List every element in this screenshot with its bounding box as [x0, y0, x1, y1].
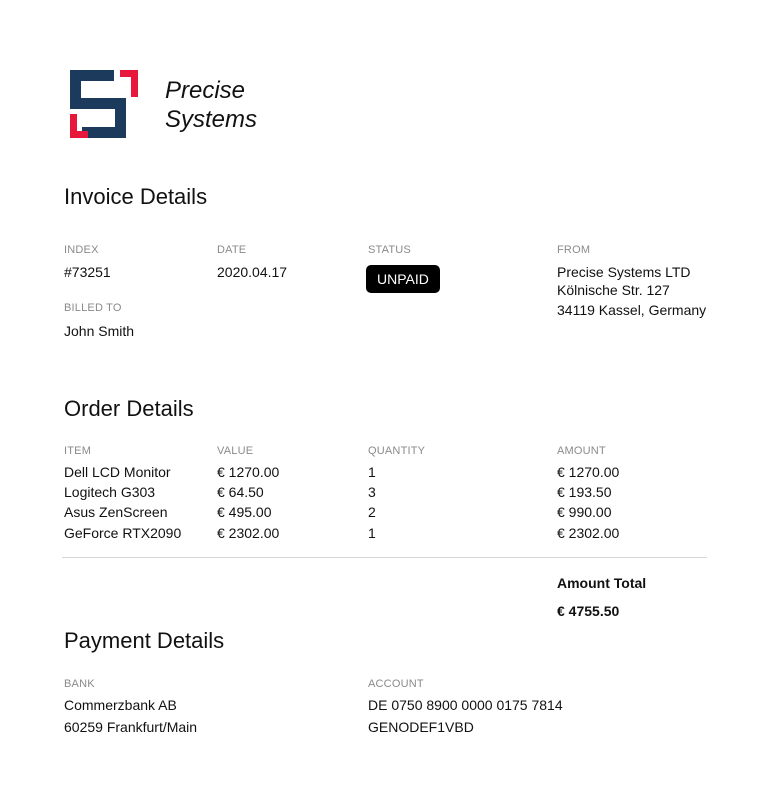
order-row-quantity: 3	[368, 484, 376, 500]
order-divider	[62, 557, 707, 558]
order-row-quantity: 1	[368, 464, 376, 480]
index-value: #73251	[64, 264, 111, 280]
order-row-amount: € 193.50	[557, 484, 612, 500]
brand-name-line2: Systems	[165, 106, 258, 133]
status-badge: UNPAID	[366, 265, 440, 293]
bank-line1: Commerzbank AB	[64, 697, 177, 713]
billed-to-label: BILLED TO	[64, 302, 122, 314]
order-row-item: GeForce RTX2090	[64, 525, 182, 541]
order-row-item: Asus ZenScreen	[64, 504, 168, 520]
index-label: INDEX	[64, 244, 99, 256]
date-label: DATE	[217, 244, 247, 256]
invoice-details-heading: Invoice Details	[64, 184, 208, 209]
from-line2: Kölnische Str. 127	[557, 282, 670, 298]
order-row-amount: € 2302.00	[557, 525, 620, 541]
order-row-amount: € 1270.00	[557, 464, 620, 480]
order-row-value: € 2302.00	[217, 525, 280, 541]
order-row-item: Logitech G303	[64, 484, 156, 500]
billed-to-value: John Smith	[64, 323, 135, 339]
order-row-value: € 495.00	[217, 504, 272, 520]
order-column-item: ITEM	[64, 445, 92, 457]
from-label: FROM	[557, 244, 591, 256]
order-column-value: VALUE	[217, 445, 254, 457]
status-label: STATUS	[368, 244, 411, 256]
order-row-value: € 64.50	[217, 484, 264, 500]
order-row-quantity: 2	[368, 504, 376, 520]
order-column-amount: AMOUNT	[557, 445, 606, 457]
account-label: ACCOUNT	[368, 678, 424, 690]
brand-s-bracket-logo-icon	[70, 70, 138, 138]
order-row-value: € 1270.00	[217, 464, 280, 480]
bank-label: BANK	[64, 678, 95, 690]
account-line2: GENODEF1VBD	[368, 719, 474, 735]
from-line3: 34119 Kassel, Germany	[557, 302, 707, 318]
amount-total-value: € 4755.50	[557, 603, 620, 619]
order-column-quantity: QUANTITY	[368, 445, 426, 457]
account-line1: DE 0750 8900 0000 0175 7814	[368, 697, 563, 713]
bank-line2: 60259 Frankfurt/Main	[64, 719, 198, 735]
payment-details-heading: Payment Details	[64, 628, 225, 653]
order-details-heading: Order Details	[64, 396, 194, 421]
from-line1: Precise Systems LTD	[557, 264, 691, 280]
brand-name-line1: Precise	[165, 77, 246, 104]
amount-total-label: Amount Total	[557, 575, 647, 591]
order-row-amount: € 990.00	[557, 504, 612, 520]
order-row-item: Dell LCD Monitor	[64, 464, 171, 480]
order-row-quantity: 1	[368, 525, 376, 541]
brand-name: Precise Systems	[165, 76, 257, 134]
date-value: 2020.04.17	[217, 264, 288, 280]
